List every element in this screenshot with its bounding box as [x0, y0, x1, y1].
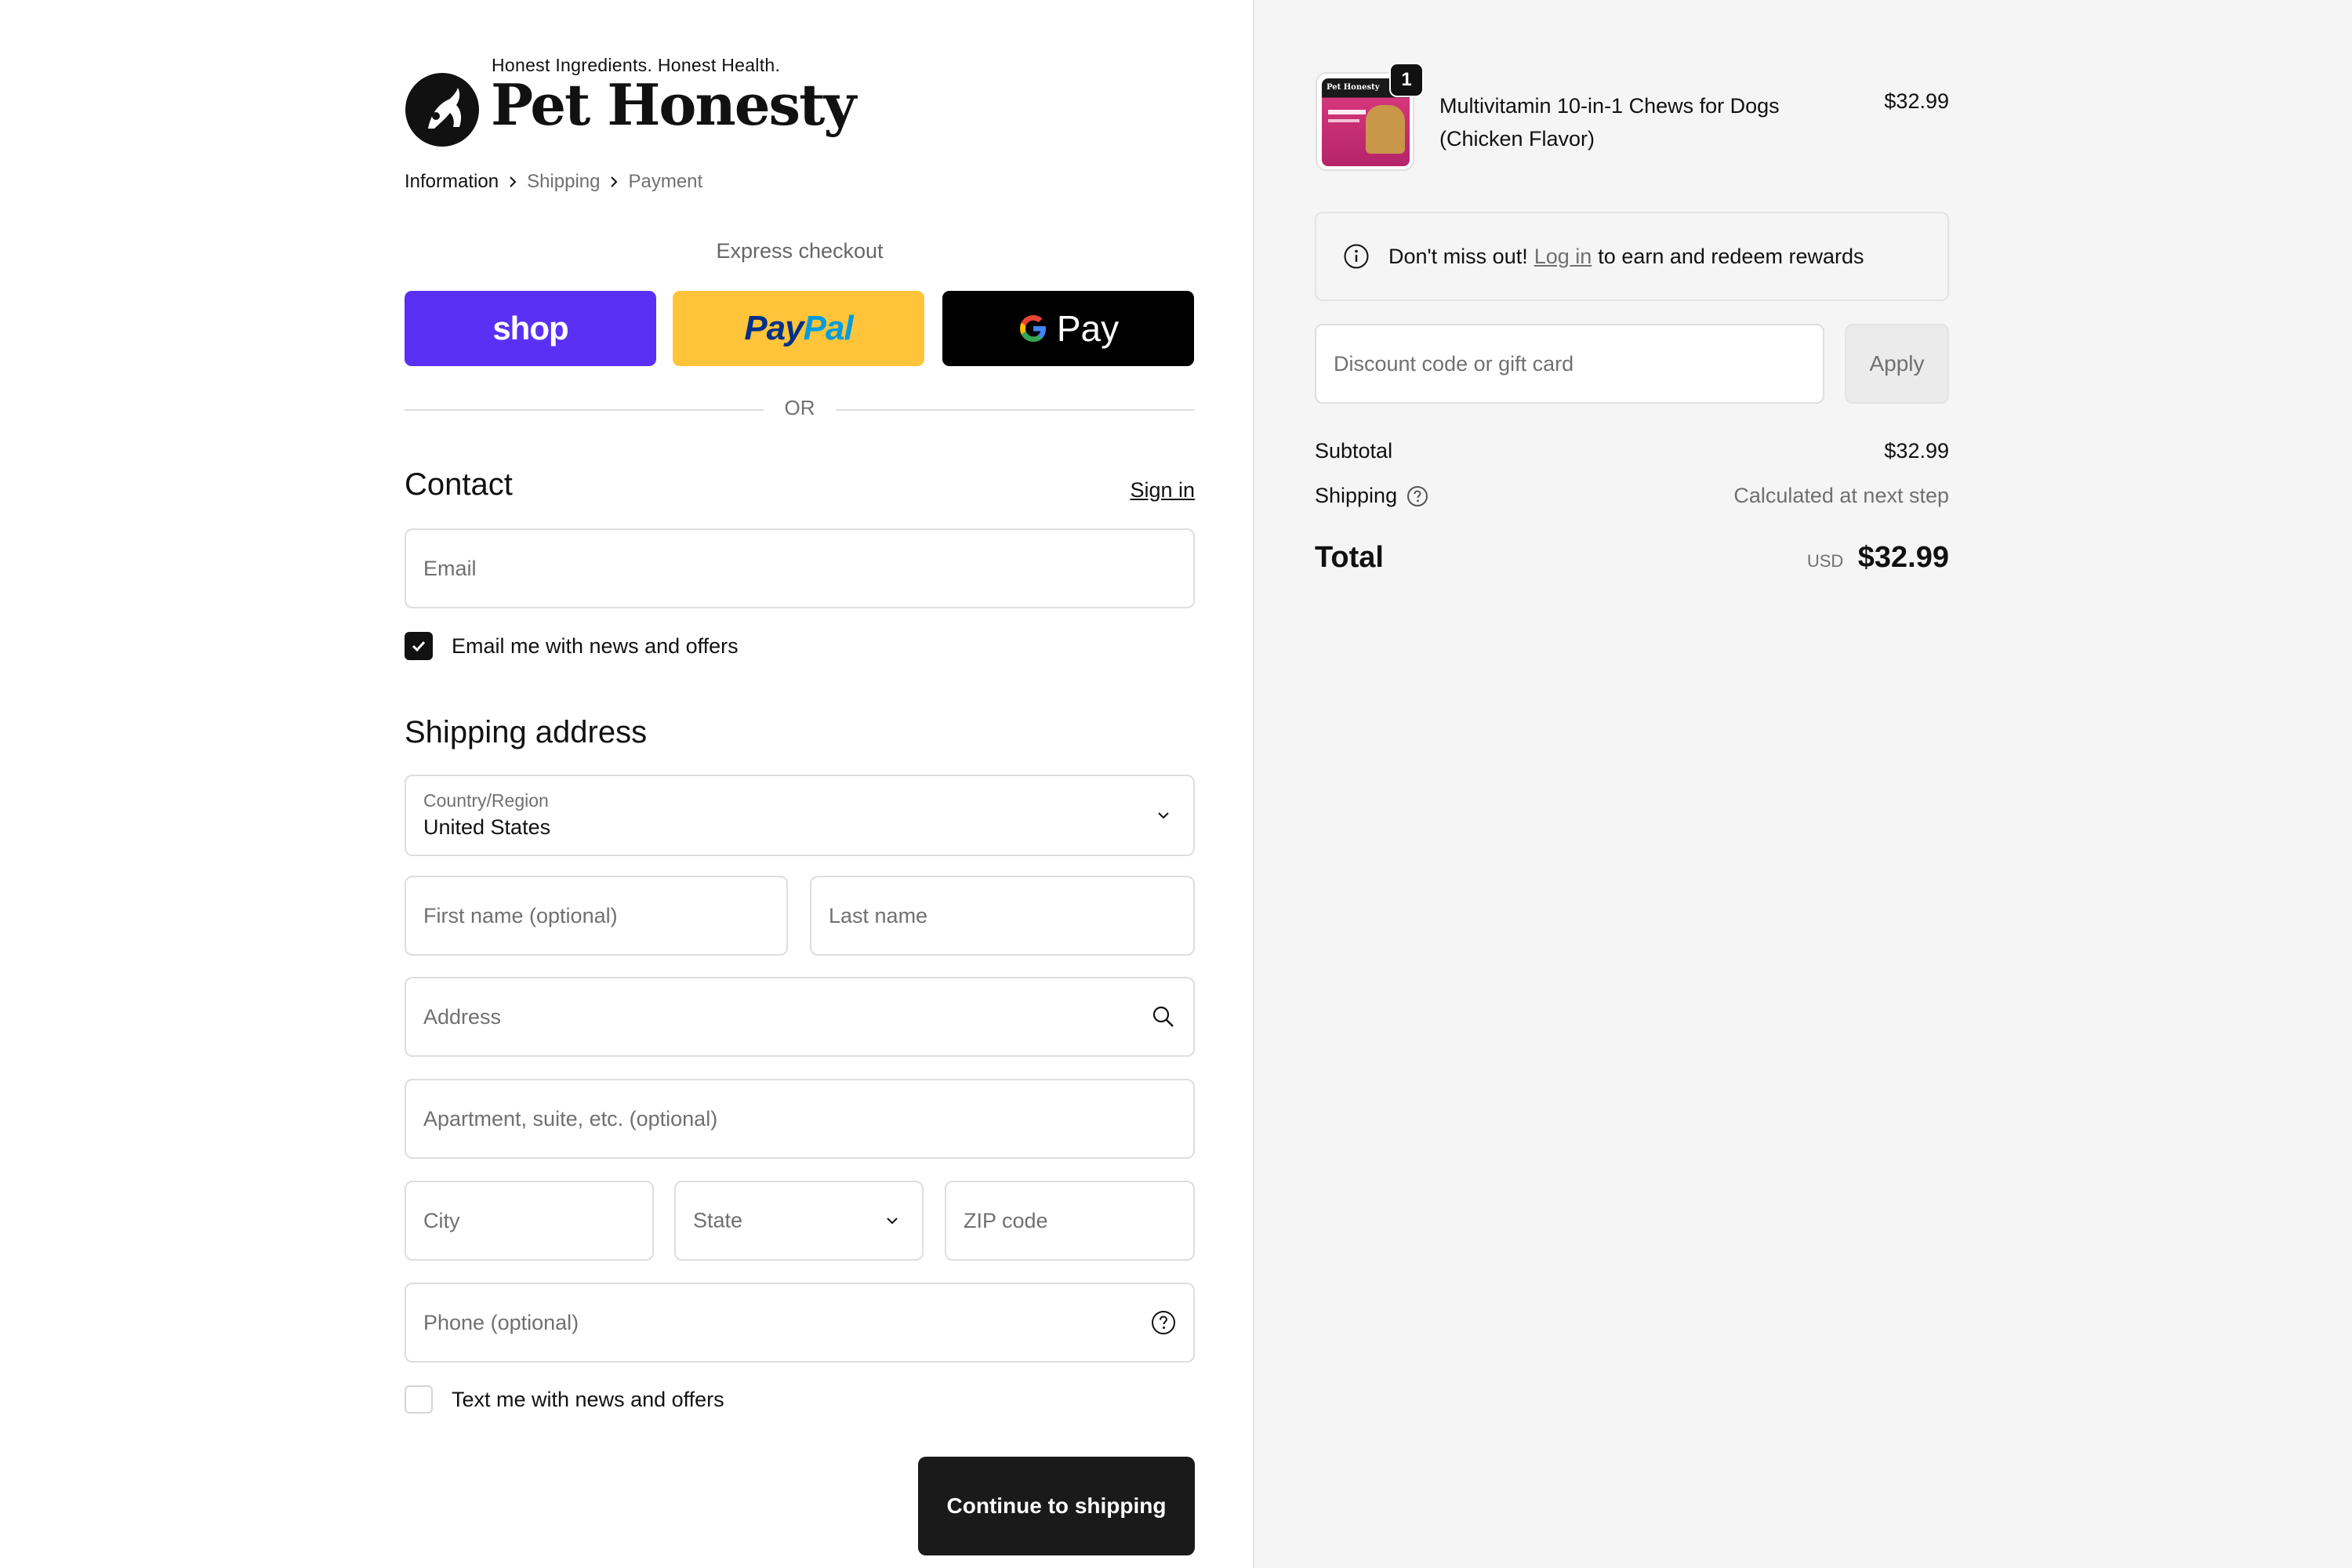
rewards-prefix: Don't miss out!: [1388, 244, 1528, 268]
brand-name: Pet Honesty: [491, 71, 856, 138]
apply-discount-button[interactable]: Apply: [1845, 324, 1949, 404]
last-name-input[interactable]: [811, 877, 1193, 954]
shipping-address-title: Shipping address: [405, 715, 648, 750]
google-g-icon: [1019, 315, 1046, 342]
subtotal-value: $32.99: [1884, 439, 1949, 463]
rewards-banner: Don't miss out! Log in to earn and redee…: [1315, 212, 1949, 301]
zip-input[interactable]: [946, 1182, 1193, 1259]
shipping-row: Shipping Calculated at next step: [1315, 484, 1949, 508]
continue-to-shipping-button[interactable]: Continue to shipping: [918, 1457, 1195, 1555]
subtotal-row: Subtotal $32.99: [1315, 439, 1949, 463]
shop-pay-button[interactable]: shop: [405, 291, 656, 366]
phone-field[interactable]: [405, 1283, 1195, 1363]
text-news-checkbox[interactable]: [405, 1385, 433, 1414]
breadcrumb: Information Shipping Payment: [405, 171, 702, 193]
rewards-login-link[interactable]: Log in: [1534, 245, 1592, 269]
phone-input[interactable]: [406, 1284, 1193, 1361]
discount-input[interactable]: [1316, 325, 1823, 402]
rewards-suffix: to earn and redeem rewards: [1598, 244, 1864, 268]
shipping-label: Shipping: [1315, 484, 1398, 507]
first-name-input[interactable]: [406, 877, 786, 954]
discount-field[interactable]: [1315, 324, 1824, 404]
express-checkout-label: Express checkout: [716, 239, 884, 263]
total-currency: USD: [1806, 551, 1844, 571]
apartment-field[interactable]: [405, 1079, 1195, 1159]
city-input[interactable]: [406, 1182, 652, 1259]
city-field[interactable]: [405, 1181, 654, 1261]
breadcrumb-shipping: Shipping: [527, 171, 601, 192]
total-row: Total USD $32.99: [1315, 541, 1949, 575]
email-news-checkbox[interactable]: [405, 632, 433, 660]
state-placeholder: State: [693, 1208, 743, 1232]
email-field[interactable]: [405, 528, 1195, 608]
address-field[interactable]: [405, 977, 1195, 1057]
breadcrumb-information[interactable]: Information: [405, 171, 499, 193]
product-image-brand: Pet Honesty: [1327, 83, 1380, 92]
country-value: United States: [423, 815, 551, 839]
paypal-button[interactable]: Pay Pal: [673, 291, 924, 366]
search-icon[interactable]: [1151, 1004, 1176, 1029]
shop-pay-label: shop: [492, 310, 568, 347]
brand-logo[interactable]: Honest Ingredients. Honest Health. Pet H…: [405, 55, 856, 149]
subtotal-label: Subtotal: [1315, 439, 1393, 463]
email-news-label: Email me with news and offers: [452, 633, 739, 658]
shipping-value: Calculated at next step: [1733, 484, 1949, 507]
shipping-label-group: Shipping: [1315, 484, 1428, 508]
paypal-label-part2: Pal: [803, 309, 854, 347]
first-name-field[interactable]: [405, 876, 788, 956]
checkmark-icon: [412, 641, 426, 652]
product-thumbnail: Pet Honesty 1: [1316, 63, 1424, 171]
total-value-group: USD $32.99: [1807, 541, 1949, 575]
chevron-right-icon: [600, 172, 628, 191]
total-amount: $32.99: [1857, 541, 1949, 574]
chevron-right-icon: [499, 172, 527, 191]
quantity-badge: 1: [1389, 63, 1424, 97]
google-pay-label: Pay: [1056, 308, 1120, 349]
chevron-down-icon: [1151, 803, 1176, 828]
dog-figure: [1366, 105, 1405, 154]
text-news-label: Text me with news and offers: [452, 1387, 724, 1411]
or-text: OR: [784, 396, 815, 419]
product-name: Multivitamin 10-in-1 Chews for Dogs (Chi…: [1439, 94, 1780, 151]
google-pay-button[interactable]: Pay: [942, 291, 1194, 366]
contact-title: Contact: [405, 467, 513, 502]
address-input[interactable]: [406, 978, 1193, 1055]
brand-logo-mark-icon: [405, 73, 479, 147]
email-input[interactable]: [406, 530, 1193, 607]
or-divider: OR: [405, 396, 1195, 424]
country-select[interactable]: Country/Region United States: [405, 775, 1195, 856]
divider-line-right: [836, 409, 1195, 411]
text-news-checkbox-row[interactable]: Text me with news and offers: [405, 1385, 724, 1414]
sign-in-link[interactable]: Sign in: [1130, 478, 1195, 503]
chevron-down-icon: [880, 1208, 905, 1233]
label-stripe: [1328, 119, 1359, 122]
country-label: Country/Region: [423, 790, 549, 811]
last-name-field[interactable]: [810, 876, 1195, 956]
breadcrumb-payment: Payment: [628, 171, 703, 192]
help-circle-icon[interactable]: [1406, 485, 1428, 507]
label-stripe: [1328, 110, 1366, 114]
paypal-label-part1: Pay: [744, 309, 804, 347]
info-icon: [1344, 244, 1369, 269]
email-news-checkbox-row[interactable]: Email me with news and offers: [405, 632, 739, 660]
state-select[interactable]: State: [674, 1181, 924, 1261]
help-circle-icon[interactable]: [1151, 1310, 1176, 1335]
product-price: $32.99: [1884, 89, 1949, 113]
apartment-input[interactable]: [406, 1080, 1193, 1157]
total-label: Total: [1315, 541, 1384, 574]
zip-field[interactable]: [945, 1181, 1195, 1261]
